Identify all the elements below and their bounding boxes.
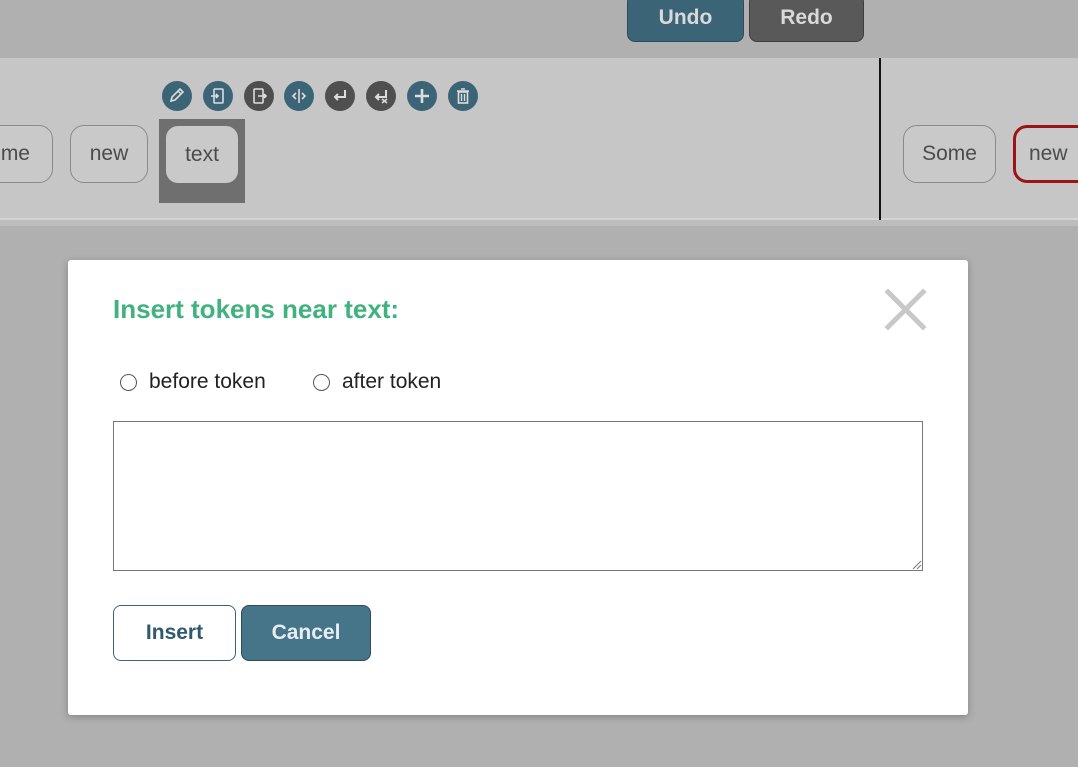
merge-left-icon[interactable] bbox=[203, 81, 233, 111]
close-icon[interactable] bbox=[883, 287, 928, 332]
selected-token[interactable]: text bbox=[166, 126, 238, 183]
radio-after-token[interactable]: after token bbox=[313, 370, 441, 394]
token[interactable]: me bbox=[0, 125, 53, 183]
insert-button[interactable]: Insert bbox=[113, 605, 236, 661]
dialog-title: Insert tokens near text: bbox=[113, 294, 400, 324]
line-break-icon[interactable] bbox=[325, 81, 355, 111]
token[interactable]: Some bbox=[903, 125, 996, 183]
top-bar: Undo Redo bbox=[0, 0, 1078, 58]
radio-before-token[interactable]: before token bbox=[120, 370, 266, 394]
radio-label-after: after token bbox=[342, 370, 442, 393]
tokens-textarea[interactable] bbox=[113, 421, 923, 571]
radio-button[interactable] bbox=[120, 373, 137, 391]
cancel-button[interactable]: Cancel bbox=[241, 605, 371, 661]
token[interactable]: new bbox=[70, 125, 148, 183]
undo-button[interactable]: Undo bbox=[627, 0, 744, 42]
token-marked[interactable]: new bbox=[1013, 125, 1078, 183]
insert-tokens-dialog: Insert tokens near text: before token af… bbox=[68, 260, 968, 715]
redo-button[interactable]: Redo bbox=[749, 0, 864, 42]
pencil-edit-icon[interactable] bbox=[162, 81, 192, 111]
merge-right-icon[interactable] bbox=[244, 81, 274, 111]
split-icon[interactable] bbox=[284, 81, 314, 111]
sentence-divider bbox=[879, 58, 881, 220]
radio-button[interactable] bbox=[313, 373, 330, 391]
add-icon[interactable] bbox=[407, 81, 437, 111]
radio-label-before: before token bbox=[149, 370, 266, 393]
delete-icon[interactable] bbox=[448, 81, 478, 111]
remove-line-break-icon[interactable] bbox=[366, 81, 396, 111]
token-strip-scrollbar[interactable] bbox=[0, 218, 1078, 226]
resize-grip-icon[interactable] bbox=[910, 558, 922, 570]
